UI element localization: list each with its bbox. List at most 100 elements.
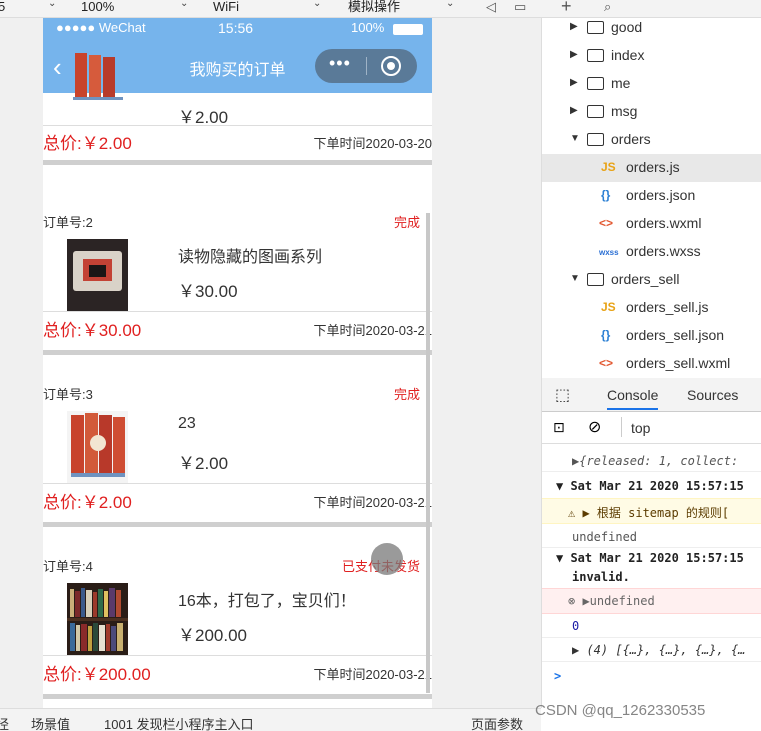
log-entry: 0 <box>542 616 761 638</box>
search-icon[interactable]: ⌕ <box>604 0 611 15</box>
tree-file-orders-sell-js[interactable]: JS orders_sell.js <box>542 294 761 322</box>
order-card[interactable]: 订单号:2 完成 读物隐藏的图画系列 ￥30.00 总价:￥30.00 下单时间… <box>43 183 433 355</box>
scene-label: 场景值 <box>31 717 71 731</box>
log-warning[interactable]: ⚠ ▶ 根据 sitemap 的规则[ <box>542 498 761 524</box>
product-price: ￥200.00 <box>178 626 247 645</box>
tree-file-orders-json[interactable]: {} orders.json <box>542 182 761 210</box>
tab-console[interactable]: Console <box>607 387 659 410</box>
tab-sources[interactable]: Sources <box>687 387 738 403</box>
bottom-status-bar: 径 场景值 1001 发现栏小程序主入口 页面参数 <box>0 708 541 731</box>
page-params-button[interactable]: 页面参数 <box>471 714 523 731</box>
folder-icon <box>587 21 604 34</box>
divider <box>43 311 432 312</box>
json-file-icon: {} <box>601 188 611 202</box>
menu-capsule[interactable]: ••• <box>315 49 417 83</box>
mode-select[interactable]: 模拟操作 <box>348 0 400 16</box>
chevron-down-icon[interactable]: ⌄ <box>48 0 56 9</box>
bag-image <box>67 239 128 311</box>
devtools-window: 5 ⌄ 100% ⌄ WiFi ⌄ 模拟操作 ⌄ ◁ ▭ + ⌕ ●●●●● W… <box>0 0 761 731</box>
order-card[interactable]: ￥2.00 总价:￥2.00 下单时间2020-03-20 <box>43 53 433 183</box>
folder-open-icon <box>587 273 604 286</box>
caret-right-icon[interactable]: ▶ <box>570 21 578 32</box>
log-timestamp[interactable]: ▼ Sat Mar 21 2020 15:57:15 <box>542 548 761 570</box>
divider <box>43 125 432 126</box>
status-time: 15:56 <box>218 20 254 36</box>
zoom-select[interactable]: 100% <box>81 0 114 16</box>
scrollbar[interactable] <box>426 213 430 693</box>
books-image <box>73 53 123 100</box>
log-timestamp[interactable]: ▼ Sat Mar 21 2020 15:57:15 <box>542 476 761 498</box>
tree-file-orders-sell-wxml[interactable]: <> orders_sell.wxml <box>542 350 761 378</box>
log-error[interactable]: ⊗ ▶undefined <box>542 588 761 614</box>
tree-label: good <box>611 19 643 35</box>
order-status: 完成 <box>393 387 420 402</box>
tree-label: index <box>611 47 645 63</box>
order-number: 订单号:2 <box>43 215 93 230</box>
order-time: 下单时间2020-03-21 <box>313 495 433 510</box>
clear-console-icon[interactable]: ⊘ <box>588 417 601 437</box>
caret-down-icon[interactable]: ▼ <box>570 133 580 144</box>
close-target-icon[interactable] <box>381 56 401 76</box>
folder-icon <box>587 105 604 118</box>
tree-folder-orders[interactable]: ▼ orders <box>542 126 761 154</box>
log-entry[interactable]: ▶{released: 1, collect: <box>542 450 761 472</box>
more-dots-icon[interactable]: ••• <box>329 53 351 74</box>
network-select[interactable]: WiFi <box>213 0 239 16</box>
console-prompt[interactable]: > <box>542 666 761 688</box>
sidebar-toggle-icon[interactable]: ⊡ <box>553 419 565 436</box>
product-price: ￥2.00 <box>178 454 229 473</box>
tree-label: orders <box>611 131 651 147</box>
path-label[interactable]: 径 <box>0 714 9 731</box>
tree-folder-msg[interactable]: ▶ msg <box>542 98 761 126</box>
chevron-down-icon[interactable]: ⌄ <box>313 0 321 9</box>
inspect-icon[interactable]: ⬚ <box>555 385 570 405</box>
context-select[interactable]: top <box>631 420 650 436</box>
speaker-icon[interactable]: ◁ <box>486 0 496 15</box>
product-name: 16本，打包了，宝贝们！ <box>178 593 356 610</box>
folder-icon <box>587 49 604 62</box>
order-number: 订单号:4 <box>43 559 93 574</box>
tree-label: orders_sell.wxml <box>626 355 731 371</box>
tree-folder-orders-sell[interactable]: ▼ orders_sell <box>542 266 761 294</box>
divider <box>43 655 432 656</box>
tree-label: msg <box>611 103 638 119</box>
tree-folder-me[interactable]: ▶ me <box>542 70 761 98</box>
tree-file-orders-js[interactable]: JS orders.js <box>542 154 761 182</box>
order-total: 总价:￥2.00 <box>43 493 132 512</box>
window-icon[interactable]: ▭ <box>514 0 526 15</box>
js-file-icon: JS <box>601 300 616 314</box>
tree-label: orders.wxss <box>626 243 701 259</box>
phone-screen: ●●●●● WeChat 15:56 100% ‹ 我购买的订单 ••• ￥2.… <box>43 18 432 708</box>
battery-label: 100% <box>351 20 385 35</box>
tree-file-orders-wxml[interactable]: <> orders.wxml <box>542 210 761 238</box>
order-time: 下单时间2020-03-21 <box>313 667 433 682</box>
caret-right-icon[interactable]: ▶ <box>570 49 578 60</box>
product-price: ￥30.00 <box>178 282 238 301</box>
order-time: 下单时间2020-03-20 <box>313 136 433 151</box>
tree-folder-good[interactable]: ▶ good <box>542 14 761 42</box>
wxml-file-icon: <> <box>599 216 614 230</box>
tree-label: orders.js <box>626 159 680 175</box>
order-total: 总价:￥200.00 <box>43 665 151 684</box>
log-entry[interactable]: ▶ (4) [{…}, {…}, {…}, {… <box>542 640 761 662</box>
caret-right-icon[interactable]: ▶ <box>570 77 578 88</box>
bookshelf-image <box>67 583 128 655</box>
phone-status-bar: ●●●●● WeChat 15:56 100% <box>43 18 432 40</box>
toolbar-first-select[interactable]: 5 <box>0 0 5 16</box>
tree-label: orders_sell <box>611 271 680 287</box>
caret-right-icon[interactable]: ▶ <box>570 105 578 116</box>
caret-down-icon[interactable]: ▼ <box>570 273 580 284</box>
chevron-down-icon[interactable]: ⌄ <box>446 0 454 9</box>
toolbar-divider <box>621 417 622 437</box>
order-status: 完成 <box>393 215 420 230</box>
wxss-file-icon: wxss <box>599 248 619 257</box>
tree-label: orders.wxml <box>626 215 702 231</box>
chevron-down-icon[interactable]: ⌄ <box>180 0 188 9</box>
tree-file-orders-sell-json[interactable]: {} orders_sell.json <box>542 322 761 350</box>
order-card[interactable]: 订单号:3 完成 23 ￥2.00 总价:￥2.00 下单时间2020-03-2… <box>43 355 433 527</box>
order-time: 下单时间2020-03-21 <box>313 323 433 338</box>
scene-value[interactable]: 1001 发现栏小程序主入口 <box>104 714 254 731</box>
log-entry: undefined <box>542 526 761 548</box>
tree-folder-index[interactable]: ▶ index <box>542 42 761 70</box>
tree-file-orders-wxss[interactable]: wxss orders.wxss <box>542 238 761 266</box>
